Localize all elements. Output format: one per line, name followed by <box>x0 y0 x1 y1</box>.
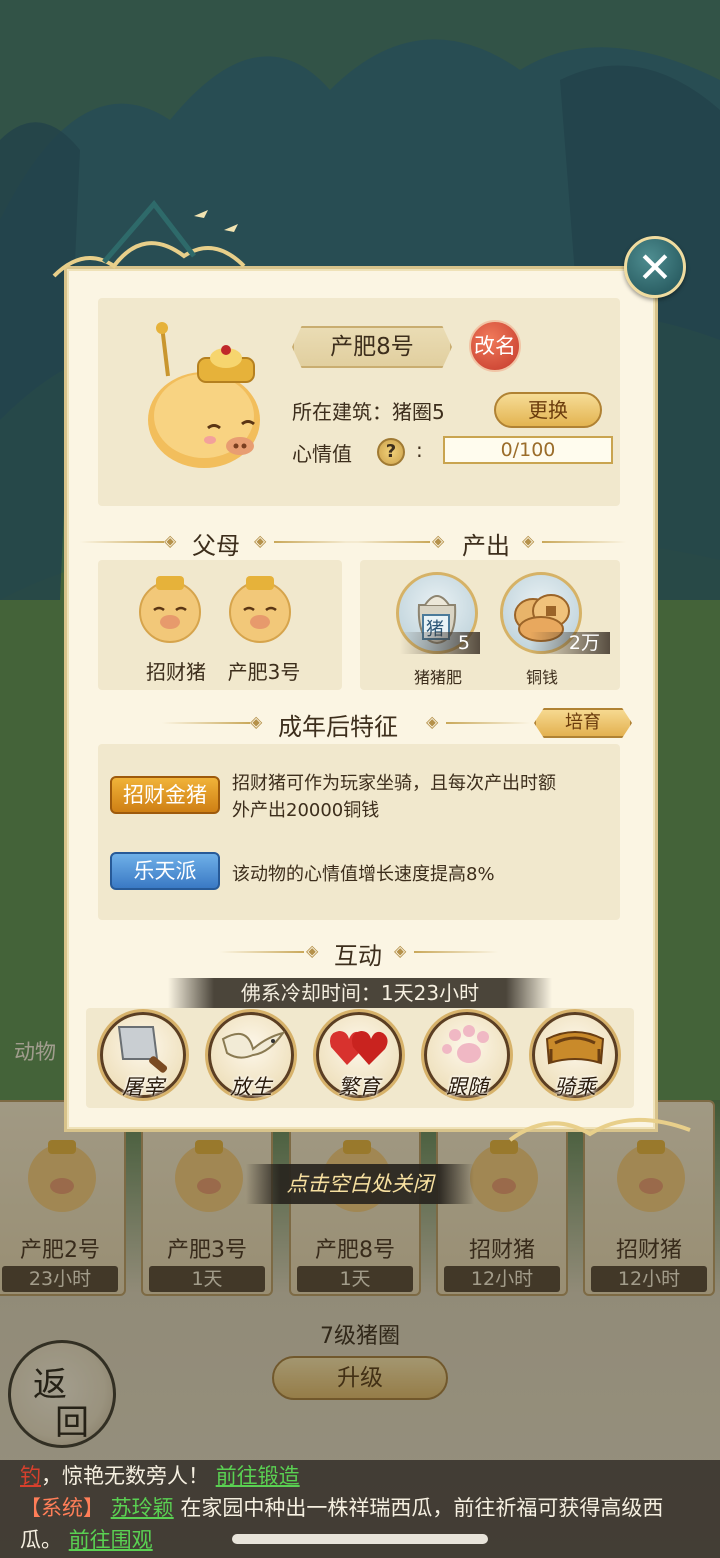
chat-player-link[interactable]: 苏玲颖 <box>111 1496 174 1520</box>
interact-title: 互动 <box>334 942 382 970</box>
bird-icon <box>221 1031 286 1059</box>
ornament-icon: ◈ <box>250 712 263 731</box>
ornament-icon: ◈ <box>522 531 535 550</box>
ornament-icon: ◈ <box>306 941 319 960</box>
chat-link-go-watch[interactable]: 前往围观 <box>69 1528 153 1552</box>
ornament-icon: ◈ <box>394 941 407 960</box>
divider <box>542 541 626 543</box>
divider <box>220 951 304 953</box>
output-label: 猪猪肥 <box>413 668 462 687</box>
help-icon[interactable]: ? <box>377 438 405 466</box>
rename-button[interactable]: 改名 <box>469 320 521 372</box>
cloud-ornament-icon <box>52 200 246 278</box>
trait-desc-line: 该动物的心情值增长速度提高8% <box>232 864 495 885</box>
divider <box>80 541 164 543</box>
mood-colon: : <box>416 438 423 462</box>
ornament-icon: ◈ <box>432 531 445 550</box>
chat-link-go-forge[interactable]: 前往锻造 <box>216 1464 300 1488</box>
divider <box>346 541 430 543</box>
close-icon: ✕ <box>637 243 673 292</box>
release-button[interactable]: 放生 <box>208 1012 294 1099</box>
ornament-icon: ◈ <box>164 531 177 550</box>
action-label: 屠宰 <box>122 1075 164 1099</box>
paw-icon <box>442 1025 489 1063</box>
trait-desc-line: 外产出20000铜钱 <box>232 800 380 821</box>
trait-desc-line: 招财猪可作为玩家坐骑，且每次产出时额 <box>232 773 556 794</box>
trait-tag-lucky-gold-pig[interactable]: 招财金猪 <box>110 776 220 814</box>
follow-button[interactable]: 跟随 <box>424 1012 510 1099</box>
parent-name: 招财猪 <box>146 660 206 684</box>
trait-description: 该动物的心情值增长速度提高8% <box>232 861 495 888</box>
chat-line: 【系统】 苏玲颖 在家园中种出一株祥瑞西瓜，前往祈福可获得高级西 <box>20 1492 700 1524</box>
animal-name: 产肥8号 <box>292 326 452 368</box>
hearts-icon <box>330 1031 388 1065</box>
action-label: 放生 <box>230 1075 272 1099</box>
trait-description: 招财猪可作为玩家坐骑，且每次产出时额 外产出20000铜钱 <box>232 770 556 824</box>
chat-text: 瓜。 <box>20 1528 62 1552</box>
ornament-icon: ◈ <box>254 531 267 550</box>
chat-line: 钓，惊艳无数旁人！ 前往锻造 <box>20 1460 700 1492</box>
mood-value: 0/100 <box>500 439 556 461</box>
parents-title: 父母 <box>192 532 240 560</box>
action-label: 繁育 <box>338 1075 380 1099</box>
change-building-button[interactable]: 更换 <box>494 392 602 428</box>
building-label: 所在建筑：猪圈5 <box>292 396 445 425</box>
chat-system-tag: 【系统】 <box>20 1496 104 1520</box>
action-label: 跟随 <box>446 1075 488 1099</box>
chat-text: ，惊艳无数旁人！ <box>41 1464 209 1488</box>
parent-pig-icon[interactable] <box>136 570 204 646</box>
chat-text: 在家园中种出一株祥瑞西瓜，前往祈福可获得高级西 <box>180 1496 664 1520</box>
breed-action-button[interactable]: 繁育 <box>316 1012 402 1099</box>
action-label: 骑乘 <box>554 1075 596 1099</box>
mood-label: 心情值 <box>292 442 352 466</box>
traits-title: 成年后特征 <box>278 713 398 741</box>
building-label-text: 所在建筑： <box>292 400 392 424</box>
divider <box>414 951 498 953</box>
cooldown-timer: 佛系冷却时间：1天23小时 <box>168 978 552 1008</box>
output-qty: 5 <box>400 632 480 654</box>
parent-name: 产肥3号 <box>227 660 301 684</box>
divider <box>162 722 250 724</box>
mood-progress-bar: 0/100 <box>443 436 613 464</box>
building-value: 猪圈5 <box>392 400 445 424</box>
output-label: 铜钱 <box>525 668 558 687</box>
tap-to-close-hint: 点击空白处关闭 <box>246 1164 474 1204</box>
parent-pig-icon[interactable] <box>226 570 294 646</box>
chat-link[interactable]: 钓 <box>20 1464 41 1488</box>
home-indicator[interactable] <box>232 1534 488 1544</box>
ornament-icon: ◈ <box>426 712 439 731</box>
slaughter-button[interactable]: 屠宰 <box>100 1012 186 1099</box>
close-button[interactable]: ✕ <box>624 236 686 298</box>
divider <box>446 722 530 724</box>
saddle-icon <box>545 1031 605 1065</box>
breed-button[interactable]: 培育 <box>534 708 632 738</box>
cloud-ornament-icon <box>508 1117 691 1142</box>
output-title: 产出 <box>462 532 510 560</box>
golden-pig-portrait-icon <box>148 322 260 468</box>
output-qty: 2万 <box>530 632 610 654</box>
trait-tag-optimist[interactable]: 乐天派 <box>110 852 220 890</box>
ride-button[interactable]: 骑乘 <box>532 1012 618 1099</box>
cleaver-icon <box>117 1026 168 1073</box>
